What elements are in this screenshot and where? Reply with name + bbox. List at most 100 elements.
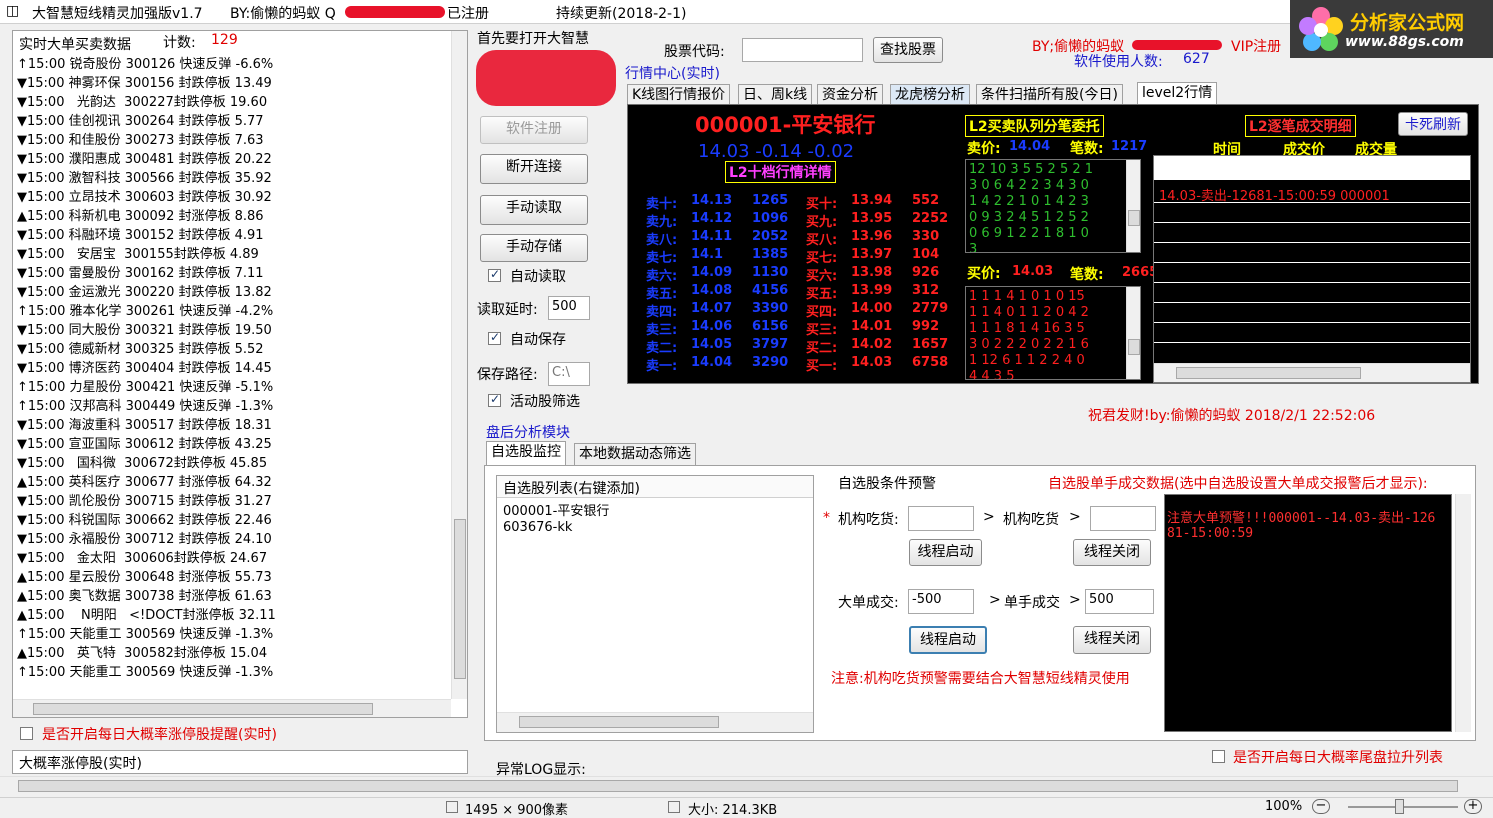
start-thread-button-2[interactable]: 线程启动 [909, 626, 987, 654]
list-item[interactable]: ▼15:00 永福股份 300712 封跌停板 24.10 [17, 530, 272, 549]
list-item[interactable]: ▼15:00 德威新材 300325 封跌停板 5.52 [17, 340, 264, 359]
watchlist-item[interactable]: 000001-平安银行 [503, 500, 609, 519]
list-item[interactable]: ▼15:00 光韵达 300227封跌停板 19.60 [17, 93, 267, 112]
list-item[interactable]: ▼15:00 激智科技 300566 封跌停板 35.92 [17, 169, 272, 188]
list-item[interactable]: ▲15:00 星云股份 300648 封涨停板 55.73 [17, 568, 272, 587]
list-item[interactable]: ▼15:00 金太阳 300606封跌停板 24.67 [17, 549, 267, 568]
stop-thread-button-1[interactable]: 线程关闭 [1073, 539, 1151, 566]
list-item[interactable]: ↑15:00 力星股份 300421 快速反弹 -5.1% [17, 378, 273, 397]
list-item[interactable]: ↑15:00 雅本化学 300261 快速反弹 -4.2% [17, 302, 273, 321]
list-item[interactable]: ▼15:00 科锐国际 300662 封跌停板 22.46 [17, 511, 272, 530]
active-filter-checkbox[interactable] [488, 392, 501, 407]
list-item[interactable]: ▼15:00 凯伦股份 300715 封跌停板 31.27 [17, 492, 272, 511]
gt-sign-3: > [989, 592, 1001, 608]
list-item[interactable]: ▼15:00 雷曼股份 300162 封跌停板 7.11 [17, 264, 264, 283]
sell-price-value: 14.04 [1009, 139, 1051, 154]
save-path-input[interactable]: C:\ [548, 362, 590, 386]
analysis-title: 盘后分析模块 [486, 425, 570, 441]
list-vertical-scrollbar[interactable] [451, 31, 467, 699]
list-item[interactable]: ▼15:00 博济医药 300404 封跌停板 14.45 [17, 359, 272, 378]
inst-input-2[interactable] [1090, 506, 1156, 531]
window-hscroll[interactable] [0, 776, 1493, 794]
list-item[interactable]: ▼15:00 同大股份 300321 封跌停板 19.50 [17, 321, 272, 340]
tab-watchlist[interactable]: 自选股监控 [486, 441, 566, 465]
list-item[interactable]: ▲15:00 N明阳 <!DOCT封涨停板 32.11 [17, 606, 276, 625]
list-item[interactable]: ▼15:00 宣亚国际 300612 封跌停板 43.25 [17, 435, 272, 454]
list-item[interactable]: ↑15:00 天能重工 300569 快速反弹 -1.3% [17, 663, 273, 682]
watchlist-box[interactable]: 自选股列表(右键添加) 000001-平安银行 603676-kk [496, 475, 814, 733]
list-item[interactable]: ↑15:00 天能重工 300569 快速反弹 -1.3% [17, 625, 273, 644]
list-item[interactable]: ↑15:00 汉邦高科 300449 快速反弹 -1.3% [17, 397, 273, 416]
tab-local-filter[interactable]: 本地数据动态筛选 [574, 443, 696, 465]
zoom-in-icon[interactable]: + [1464, 799, 1482, 814]
watchlist-hscroll[interactable] [497, 712, 813, 732]
list-item[interactable]: ▼15:00 濮阳惠成 300481 封跌停板 20.22 [17, 150, 272, 169]
list-item[interactable]: ▼15:00 科融环境 300152 封跌停板 4.91 [17, 226, 264, 245]
list-item[interactable]: ▼15:00 海波重科 300517 封跌停板 18.31 [17, 416, 272, 435]
start-thread-button-1[interactable]: 线程启动 [909, 539, 982, 566]
alert-output-box[interactable]: 注意大单预警!!!000001--14.03-卖出-12681-15:00:59 [1164, 494, 1452, 732]
list-horizontal-scrollbar[interactable] [13, 699, 451, 717]
window-hscroll-thumb[interactable] [18, 780, 1458, 792]
trade-row-line [1154, 262, 1470, 263]
alert-vscroll[interactable] [1455, 494, 1471, 732]
sell-queue-scrollbar[interactable] [1126, 160, 1140, 252]
market-tabs: K线图行情报价 日、周k线 资金分析 龙虎榜分析 条件扫描所有股(今日) lev… [627, 82, 1479, 106]
auto-save-checkbox[interactable] [488, 330, 501, 345]
buy-level-label: 买一: [806, 359, 838, 374]
list-item[interactable]: ▼15:00 和佳股份 300273 封跌停板 7.63 [17, 131, 264, 150]
tab-condition-scan[interactable]: 条件扫描所有股(今日) [976, 84, 1123, 106]
list-item[interactable]: ▲15:00 英飞特 300582封涨停板 15.04 [17, 644, 267, 663]
list-item[interactable]: ▼15:00 安居宝 300155封跌停板 4.89 [17, 245, 259, 264]
sell-queue-thumb[interactable] [1128, 210, 1140, 226]
manual-read-button[interactable]: 手动读取 [480, 195, 588, 225]
vscroll-thumb[interactable] [454, 519, 466, 679]
manual-save-button[interactable]: 手动存储 [480, 234, 588, 262]
zoom-out-icon[interactable]: − [1312, 799, 1330, 814]
auto-read-checkbox[interactable] [488, 267, 501, 282]
buy-queue-scrollbar[interactable] [1126, 287, 1140, 379]
tab-kline-quote[interactable]: K线图行情报价 [627, 84, 731, 106]
list-item[interactable]: ▼15:00 佳创视讯 300264 封跌停板 5.77 [17, 112, 264, 131]
remind-checkbox[interactable] [20, 727, 33, 740]
watchlist-hscroll-thumb[interactable] [519, 716, 719, 728]
realtime-list-panel[interactable]: 实时大单买卖数据 计数: 129 ↑15:00 锐奇股份 300126 快速反弹… [12, 30, 468, 718]
buy-queue-grid[interactable]: 1 1 1 4 1 0 1 0 15 1 1 4 0 1 1 2 0 4 21 1… [965, 286, 1141, 380]
list-item[interactable]: ↑15:00 锐奇股份 300126 快速反弹 -6.6% [17, 55, 273, 74]
list-item[interactable]: ▲15:00 英科医疗 300677 封涨停板 64.32 [17, 473, 272, 492]
hscroll-thumb[interactable] [33, 703, 373, 715]
queue-line: 1 4 2 2 1 0 1 4 2 3 [969, 194, 1089, 209]
list-item[interactable]: ▼15:00 神雾环保 300156 封跌停板 13.49 [17, 74, 272, 93]
trade-hscroll-thumb[interactable] [1176, 367, 1361, 379]
stop-thread-button-2[interactable]: 线程关闭 [1073, 626, 1151, 654]
list-item[interactable]: ▲15:00 奥飞数据 300738 封涨停板 61.63 [17, 587, 272, 606]
trade-detail-table[interactable]: 14.03-卖出-12681-15:00:59 000001 [1153, 155, 1471, 383]
sell-queue-grid[interactable]: 12 10 3 5 5 2 5 2 13 0 6 4 2 2 3 4 3 01 … [965, 159, 1141, 253]
register-button[interactable]: 软件注册 [480, 116, 588, 144]
tab-level2[interactable]: level2行情 [1137, 82, 1218, 106]
list-item[interactable]: ▼15:00 国科微 300672封跌停板 45.85 [17, 454, 267, 473]
read-delay-label: 读取延时: [477, 302, 538, 318]
buy-level-label: 买三: [806, 323, 838, 338]
single-trade-input[interactable]: 500 [1085, 589, 1154, 614]
list-item[interactable]: ▼15:00 立昂技术 300603 封跌停板 30.92 [17, 188, 272, 207]
list-item[interactable]: ▲15:00 科新机电 300092 封涨停板 8.86 [17, 207, 264, 226]
registered-status: 已注册 [447, 6, 489, 22]
tab-daily-weekly[interactable]: 日、周k线 [738, 84, 813, 106]
watchlist-item[interactable]: 603676-kk [503, 520, 572, 535]
tab-fund-analysis[interactable]: 资金分析 [817, 84, 883, 106]
read-delay-input[interactable]: 500 [548, 296, 590, 320]
search-stock-button[interactable]: 查找股票 [873, 37, 943, 63]
big-trade-input[interactable]: -500 [908, 589, 974, 614]
zoom-slider-thumb[interactable] [1395, 799, 1404, 814]
tail-checkbox[interactable] [1212, 750, 1225, 763]
trade-hscroll[interactable] [1154, 363, 1470, 382]
inst-input-1[interactable] [908, 506, 974, 531]
stock-code-input[interactable] [742, 38, 863, 62]
buy-queue-thumb[interactable] [1128, 339, 1140, 355]
tab-dragon-tiger[interactable]: 龙虎榜分析 [890, 84, 970, 106]
list-item[interactable]: ▼15:00 金运激光 300220 封跌停板 13.82 [17, 283, 272, 302]
disconnect-button[interactable]: 断开连接 [480, 154, 588, 184]
refresh-button[interactable]: 卡死刷新 [1398, 112, 1468, 136]
realtime-title: 实时大单买卖数据 [19, 37, 131, 53]
